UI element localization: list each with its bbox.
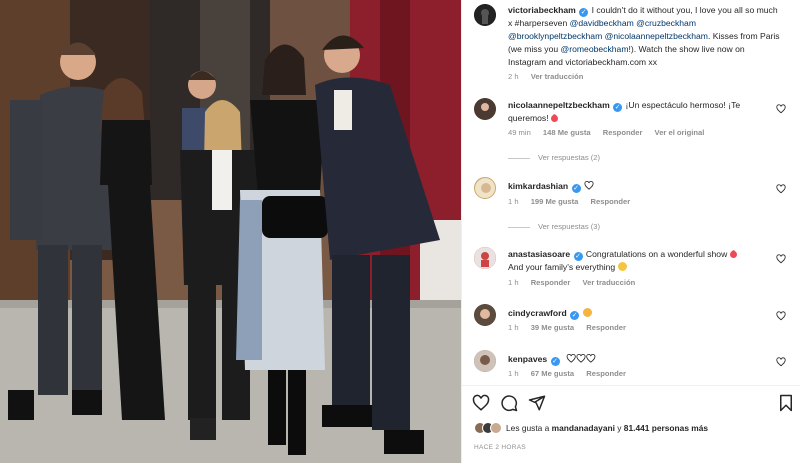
view-replies-label[interactable]: Ver respuestas (3) [538, 222, 600, 231]
comment-username[interactable]: anastasiasoare [508, 249, 570, 259]
avatar[interactable] [474, 4, 496, 26]
heart-eyes-emoji-icon [582, 308, 592, 317]
comment-time: 1 h [508, 197, 519, 206]
mention-link[interactable]: @davidbeckham [570, 18, 634, 28]
verified-icon: ✓ [570, 311, 580, 320]
comment-username[interactable]: nicolaannepeltzbeckham [508, 100, 610, 110]
post-photo[interactable] [0, 0, 461, 463]
avatar[interactable] [474, 304, 496, 326]
view-replies[interactable]: Ver respuestas (3) [508, 222, 600, 231]
share-icon[interactable] [528, 394, 546, 412]
mention-link[interactable]: @nicolaannepeltzbeckham [605, 31, 708, 41]
comment-likes[interactable]: 39 Me gusta [531, 323, 574, 332]
replies-line [508, 157, 530, 159]
mention-link[interactable]: @brooklynpeltzbeckham [508, 31, 602, 41]
comment-meta: 1 h 67 Me gusta Responder [508, 369, 636, 378]
comment-icon[interactable] [500, 394, 518, 412]
comment-time: 49 min [508, 128, 531, 137]
family-photo-image [0, 0, 461, 463]
view-replies-label[interactable]: Ver respuestas (2) [538, 153, 600, 162]
reply-button[interactable]: Responder [586, 323, 626, 332]
heart-icon[interactable] [776, 357, 786, 367]
comment-time: 1 h [508, 323, 519, 332]
comment-text: cindycrawford ✓ [508, 307, 783, 320]
caption-time: 2 h [508, 72, 519, 81]
comment-time: 1 h [508, 369, 519, 378]
comment-body: And your family's everything [508, 262, 616, 272]
comment-likes[interactable]: 67 Me gusta [531, 369, 574, 378]
caption-username[interactable]: victoriabeckham [508, 5, 576, 15]
comment-text: kenpaves ✓ [508, 353, 783, 366]
bookmark-icon[interactable] [777, 394, 795, 412]
comment-meta: 1 h 39 Me gusta Responder [508, 323, 636, 332]
reply-button[interactable]: Responder [591, 197, 631, 206]
like-heart-icon[interactable] [472, 394, 490, 412]
heart-icon[interactable] [776, 254, 786, 264]
mention-link[interactable]: @cruzbeckham [636, 18, 696, 28]
comment-text: nicolaannepeltzbeckham ✓ ¡Un espectáculo… [508, 99, 783, 125]
avatar[interactable] [474, 247, 496, 269]
face-emoji-icon [617, 262, 627, 271]
verified-icon: ✓ [571, 184, 581, 193]
caption-text: victoriabeckham ✓ I couldn't do it witho… [508, 4, 783, 69]
reply-button[interactable]: Responder [531, 278, 571, 287]
comment-likes[interactable]: 148 Me gusta [543, 128, 591, 137]
comments-list[interactable]: victoriabeckham ✓ I couldn't do it witho… [462, 0, 800, 385]
verified-icon: ✓ [613, 103, 623, 112]
heart-icon[interactable] [776, 311, 786, 321]
comment-likes[interactable]: 199 Me gusta [531, 197, 579, 206]
comment-meta: 49 min 148 Me gusta Responder Ver el ori… [508, 128, 714, 137]
translate-link[interactable]: Ver traducción [531, 72, 584, 81]
white-hearts-emoji-icon [566, 354, 596, 363]
comment-text: kimkardashian ✓ [508, 180, 783, 193]
verified-icon: ✓ [579, 8, 589, 17]
avatar[interactable] [474, 350, 496, 372]
caption-meta: 2 h Ver traducción [508, 72, 593, 81]
comment-body: Congratulations on a wonderful show [585, 249, 728, 259]
post-detail-panel: victoriabeckham ✓ I couldn't do it witho… [461, 0, 800, 463]
heart-icon[interactable] [776, 184, 786, 194]
mention-link[interactable]: @romeobeckham [561, 44, 629, 54]
comment-meta: 1 h Responder Ver traducción [508, 278, 645, 287]
likes-summary[interactable]: Les gusta a mandanadayani y 81.441 perso… [474, 422, 708, 434]
reply-button[interactable]: Responder [603, 128, 643, 137]
likes-middle: y [614, 423, 624, 433]
avatar[interactable] [474, 177, 496, 199]
comment-username[interactable]: kimkardashian [508, 181, 568, 191]
avatar [490, 422, 502, 434]
reply-button[interactable]: Responder [586, 369, 626, 378]
view-replies[interactable]: Ver respuestas (2) [508, 153, 600, 162]
likes-user[interactable]: mandanadayani [552, 423, 615, 433]
comment-meta: 1 h 199 Me gusta Responder [508, 197, 640, 206]
likes-count[interactable]: 81.441 personas más [624, 423, 708, 433]
post-time: HACE 2 HORAS [474, 444, 527, 451]
verified-icon: ✓ [550, 357, 560, 366]
post-actions-bar: Les gusta a mandanadayani y 81.441 perso… [462, 385, 800, 463]
comment-time: 1 h [508, 278, 519, 287]
red-heart-emoji-icon [549, 113, 560, 124]
red-heart-emoji-icon [728, 249, 739, 260]
comment-username[interactable]: cindycrawford [508, 308, 567, 318]
verified-icon: ✓ [573, 252, 583, 261]
white-heart-emoji-icon [584, 181, 594, 190]
see-original-link[interactable]: Ver el original [655, 128, 705, 137]
comment-text: anastasiasoare ✓ Congratulations on a wo… [508, 248, 783, 274]
comment-username[interactable]: kenpaves [508, 354, 547, 364]
likes-prefix: Les gusta a [506, 423, 552, 433]
replies-line [508, 226, 530, 228]
heart-icon[interactable] [776, 104, 786, 114]
avatar[interactable] [474, 98, 496, 120]
translate-link[interactable]: Ver traducción [582, 278, 635, 287]
